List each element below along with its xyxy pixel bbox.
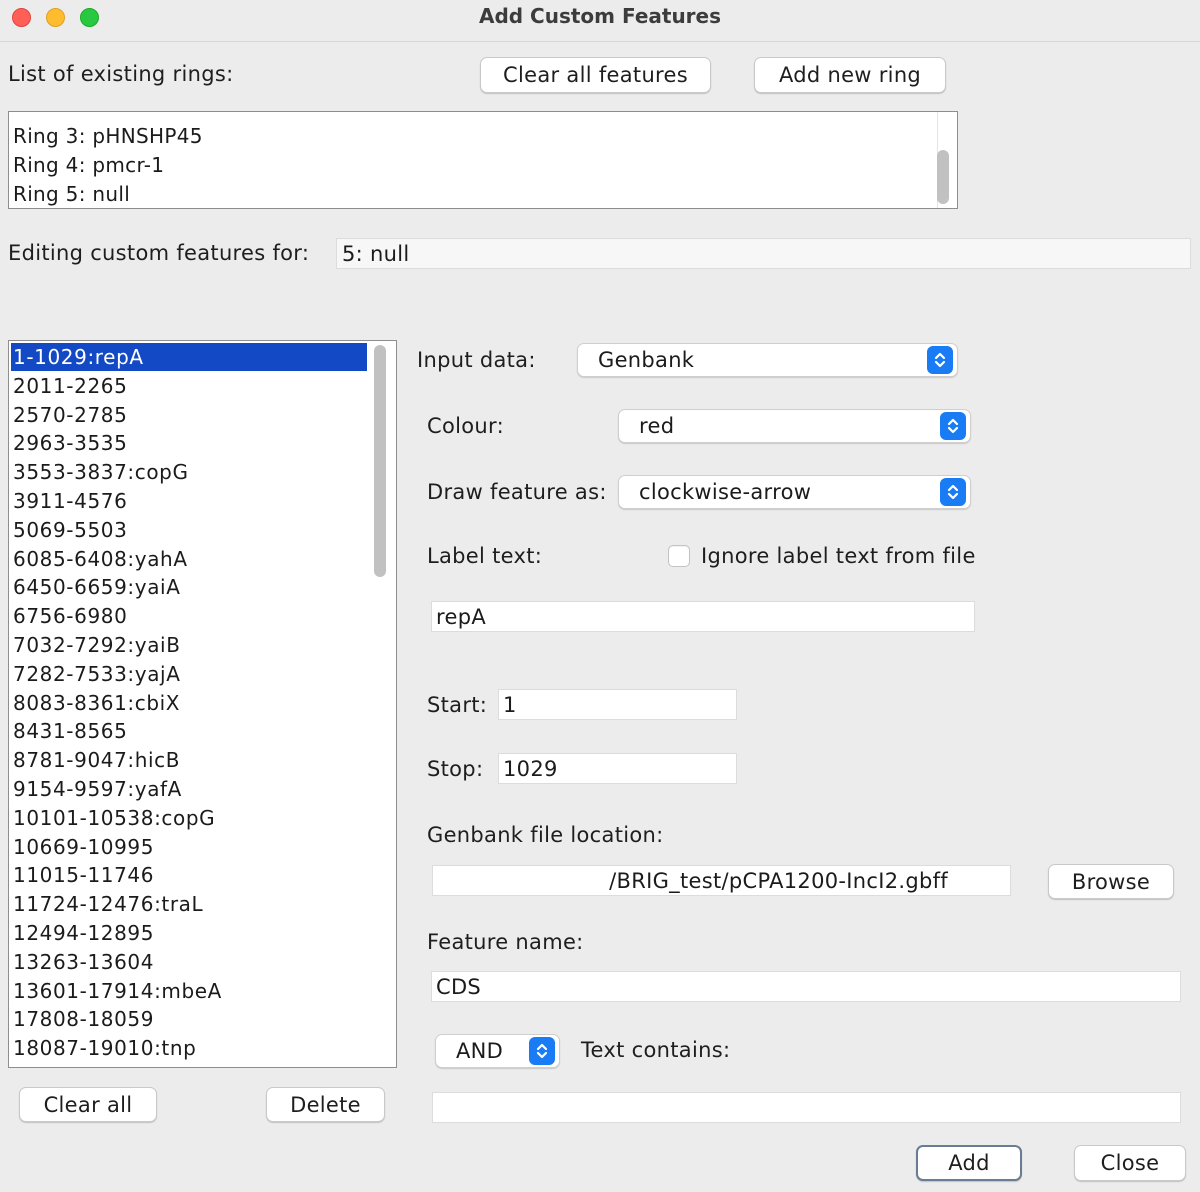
rings-list[interactable]: ····· Ring 3: pHNSHP45 Ring 4: pmcr-1 Ri… (8, 111, 958, 209)
close-button[interactable]: Close (1074, 1145, 1186, 1181)
input-data-select[interactable]: Genbank (577, 343, 958, 377)
clear-all-button[interactable]: Clear all (19, 1087, 157, 1122)
add-button[interactable]: Add (916, 1145, 1022, 1181)
draw-feature-label: Draw feature as: (427, 480, 607, 504)
text-contains-field[interactable] (432, 1092, 1181, 1123)
ignore-label-text-label[interactable]: Ignore label text from file (701, 544, 976, 568)
genbank-location-field[interactable]: /BRIG_test/pCPA1200-IncI2.gbff (432, 865, 1011, 896)
feature-list-item[interactable]: 5069-5503 (11, 516, 367, 544)
input-data-value: Genbank (598, 348, 695, 372)
feature-list-item[interactable]: 8431-8565 (11, 717, 367, 745)
colour-value: red (639, 414, 675, 438)
ignore-label-text-checkbox[interactable] (668, 545, 690, 567)
feature-list-item[interactable]: 3911-4576 (11, 487, 367, 515)
chevron-up-down-icon (529, 1037, 555, 1065)
title-bar: Add Custom Features (0, 0, 1200, 42)
logic-value: AND (456, 1039, 504, 1063)
feature-list-item[interactable]: 6756-6980 (11, 602, 367, 630)
feature-list-item[interactable]: 8083-8361:cbiX (11, 689, 367, 717)
feature-list-item[interactable]: 10669-10995 (11, 833, 367, 861)
editing-label: Editing custom features for: (8, 241, 310, 265)
feature-list-item[interactable]: 1-1029:repA (11, 343, 367, 371)
chevron-up-down-icon (927, 346, 953, 374)
window-title: Add Custom Features (478, 4, 722, 28)
browse-button[interactable]: Browse (1048, 864, 1174, 899)
delete-button[interactable]: Delete (266, 1087, 385, 1122)
feature-list-item[interactable]: 7032-7292:yaiB (11, 631, 367, 659)
feature-list-item[interactable]: 2011-2265 (11, 372, 367, 400)
feature-list-item[interactable]: 3553-3837:copG (11, 458, 367, 486)
feature-list-item[interactable]: 11724-12476:traL (11, 890, 367, 918)
features-scrollbar-thumb[interactable] (374, 345, 386, 577)
logic-select[interactable]: AND (435, 1034, 560, 1068)
feature-list-item[interactable]: 17808-18059 (11, 1005, 367, 1033)
feature-name-field[interactable]: CDS (431, 971, 1181, 1002)
colour-label: Colour: (427, 414, 504, 438)
label-text-field[interactable]: repA (431, 601, 975, 632)
feature-list-item[interactable]: 2570-2785 (11, 401, 367, 429)
rings-scrollbar-thumb[interactable] (937, 150, 949, 204)
features-list[interactable]: 1-1029:repA 2011-2265 2570-2785 2963-3535 35… (8, 340, 397, 1068)
feature-list-item[interactable]: 6085-6408:yahA (11, 545, 367, 573)
add-new-ring-button[interactable]: Add new ring (754, 57, 946, 93)
feature-list-item[interactable]: 7282-7533:yajA (11, 660, 367, 688)
chevron-up-down-icon (940, 412, 966, 440)
label-text-label: Label text: (427, 544, 543, 568)
ring-item[interactable]: Ring 3: pHNSHP45 (13, 124, 203, 148)
rings-label: List of existing rings: (8, 62, 234, 86)
editing-target-field[interactable]: 5: null (336, 238, 1191, 269)
feature-name-label: Feature name: (427, 930, 584, 954)
feature-list-item[interactable]: 10101-10538:copG (11, 804, 367, 832)
ring-item-partial[interactable]: ····· (13, 112, 46, 120)
feature-list-item[interactable]: 13601-17914:mbeA (11, 977, 367, 1005)
feature-list-item[interactable]: 18087-19010:tnp (11, 1034, 367, 1062)
feature-list-item[interactable]: 12494-12895 (11, 919, 367, 947)
genbank-location-label: Genbank file location: (427, 823, 664, 847)
draw-feature-select[interactable]: clockwise-arrow (618, 475, 971, 509)
stop-field[interactable]: 1029 (498, 753, 737, 784)
colour-select[interactable]: red (618, 409, 971, 443)
feature-list-item[interactable]: 8781-9047:hicB (11, 746, 367, 774)
draw-feature-value: clockwise-arrow (639, 480, 812, 504)
clear-all-features-button[interactable]: Clear all features (480, 57, 711, 93)
input-data-label: Input data: (417, 348, 536, 372)
start-field[interactable]: 1 (498, 689, 737, 720)
feature-list-item[interactable]: 2963-3535 (11, 429, 367, 457)
feature-list-item[interactable]: 11015-11746 (11, 861, 367, 889)
feature-list-item[interactable]: 9154-9597:yafA (11, 775, 367, 803)
feature-list-item[interactable]: 6450-6659:yaiA (11, 573, 367, 601)
stop-label: Stop: (427, 757, 484, 781)
text-contains-label: Text contains: (581, 1038, 731, 1062)
ring-item[interactable]: Ring 4: pmcr-1 (13, 153, 164, 177)
feature-list-item[interactable]: 13263-13604 (11, 948, 367, 976)
start-label: Start: (427, 693, 488, 717)
ring-item[interactable]: Ring 5: null (13, 182, 130, 206)
chevron-up-down-icon (940, 478, 966, 506)
